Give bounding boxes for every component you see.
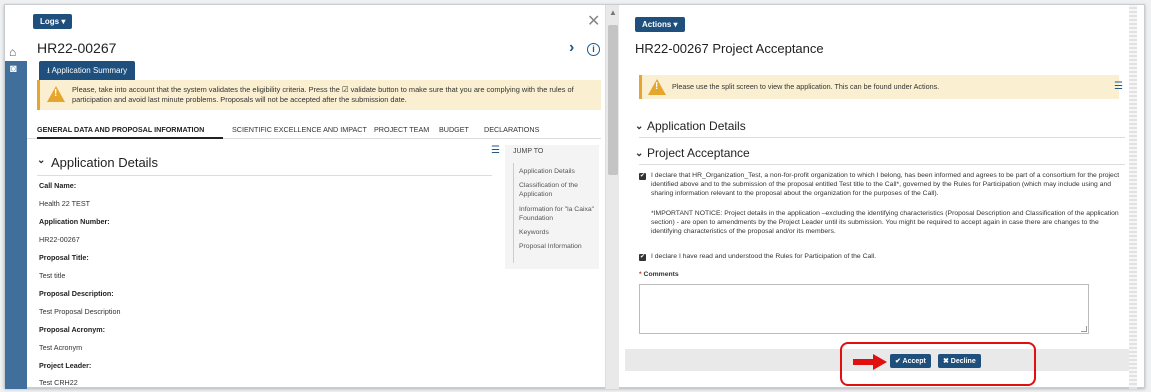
field-label: Proposal Acronym: [39, 325, 106, 334]
tab-bar: GENERAL DATA AND PROPOSAL INFORMATION SC… [27, 121, 601, 139]
chevron-down-icon[interactable]: ⌄ [37, 155, 45, 166]
left-scrollbar[interactable]: ▲ [605, 5, 619, 389]
section-divider [37, 175, 492, 176]
tab-general-data[interactable]: GENERAL DATA AND PROPOSAL INFORMATION [37, 125, 204, 134]
home-icon[interactable]: ⌂ [9, 45, 16, 59]
declaration-checkbox[interactable]: ✔ [639, 173, 646, 180]
list-icon[interactable]: ☰ [1114, 81, 1123, 92]
comments-textarea[interactable] [639, 284, 1089, 334]
scroll-thumb[interactable] [608, 25, 618, 175]
logs-button[interactable]: Logs ▾ [33, 14, 73, 29]
field-value: Test Proposal Description [39, 307, 121, 316]
jump-link[interactable]: Classification of the Application [519, 181, 597, 199]
field-value: Test title [39, 271, 66, 280]
tab-declarations[interactable]: DECLARATIONS [484, 125, 539, 134]
tab-project-team[interactable]: PROJECT TEAM [374, 125, 429, 134]
acceptance-title: HR22-00267 Project Acceptance [635, 41, 824, 56]
active-tab-indicator [37, 137, 223, 139]
warning-text: Please use the split screen to view the … [672, 82, 940, 91]
important-notice: *IMPORTANT NOTICE: Project details in th… [651, 210, 1119, 235]
field-label: Proposal Title: [39, 253, 89, 262]
section-project-acceptance[interactable]: Project Acceptance [647, 146, 750, 160]
rules-declaration-text: I declare I have read and understood the… [651, 253, 877, 260]
jump-to-header: JUMP TO [513, 148, 544, 155]
eligibility-warning: ! Please, take into account that the sys… [37, 80, 601, 110]
field-label: Application Number: [39, 217, 110, 226]
red-arrow-icon [853, 354, 887, 370]
list-icon[interactable]: ☰ [491, 145, 500, 156]
application-window: ⌂ ◙ Logs ▾ ✕ HR22-00267 › i ⭳ Applicatio… [4, 4, 1145, 389]
jump-link[interactable]: Information for "la Caixa" Foundation [519, 205, 597, 223]
application-pane: Logs ▾ ✕ HR22-00267 › i ⭳ Application Su… [27, 5, 601, 389]
section-divider [639, 137, 1125, 138]
next-arrow-icon[interactable]: › [569, 39, 574, 57]
jump-link[interactable]: Application Details [519, 167, 597, 176]
field-value: Test CRH22 [39, 378, 78, 387]
chevron-down-icon[interactable]: ⌄ [635, 121, 643, 132]
jump-link[interactable]: Proposal Information [519, 242, 597, 251]
tab-budget[interactable]: BUDGET [439, 125, 469, 134]
rail-dark: ◙ [5, 61, 27, 389]
field-label: Proposal Description: [39, 289, 114, 298]
section-divider [639, 164, 1125, 165]
field-value: HR22-00267 [39, 235, 80, 244]
section-title: Application Details [51, 155, 158, 170]
rules-checkbox[interactable]: ✔ [639, 254, 646, 261]
page-title: HR22-00267 [37, 40, 117, 56]
jump-to-panel: JUMP TO Application Details Classificati… [505, 145, 599, 269]
field-value: Test Acronym [39, 343, 83, 352]
jump-link[interactable]: Keywords [519, 228, 597, 237]
close-icon[interactable]: ✕ [587, 11, 600, 31]
section-application-details[interactable]: Application Details [647, 119, 746, 133]
acceptance-pane: Actions ▾ HR22-00267 Project Acceptance … [625, 5, 1137, 389]
tab-scientific-excellence[interactable]: SCIENTIFIC EXCELLENCE AND IMPACT [232, 125, 367, 134]
resize-handle[interactable] [1081, 326, 1087, 332]
chevron-down-icon[interactable]: ⌄ [635, 148, 643, 159]
info-icon[interactable]: i [587, 43, 600, 56]
split-screen-warning: ! Please use the split screen to view th… [639, 75, 1119, 99]
jump-divider [513, 163, 514, 263]
right-scrollbar[interactable] [1129, 5, 1137, 389]
field-label: Call Name: [39, 181, 77, 190]
declaration-text: I declare that HR_Organization_Test, a n… [651, 172, 1120, 197]
actions-button[interactable]: Actions ▾ [635, 17, 685, 32]
field-value: Health 22 TEST [39, 199, 91, 208]
warning-text: Please, take into account that the syste… [72, 85, 574, 104]
field-label: Project Leader: [39, 361, 92, 370]
dashboard-icon[interactable]: ◙ [10, 63, 17, 75]
comments-label: * Comments [639, 271, 679, 278]
left-rail: ⌂ ◙ [5, 43, 27, 389]
scroll-up-icon[interactable]: ▲ [609, 8, 617, 17]
